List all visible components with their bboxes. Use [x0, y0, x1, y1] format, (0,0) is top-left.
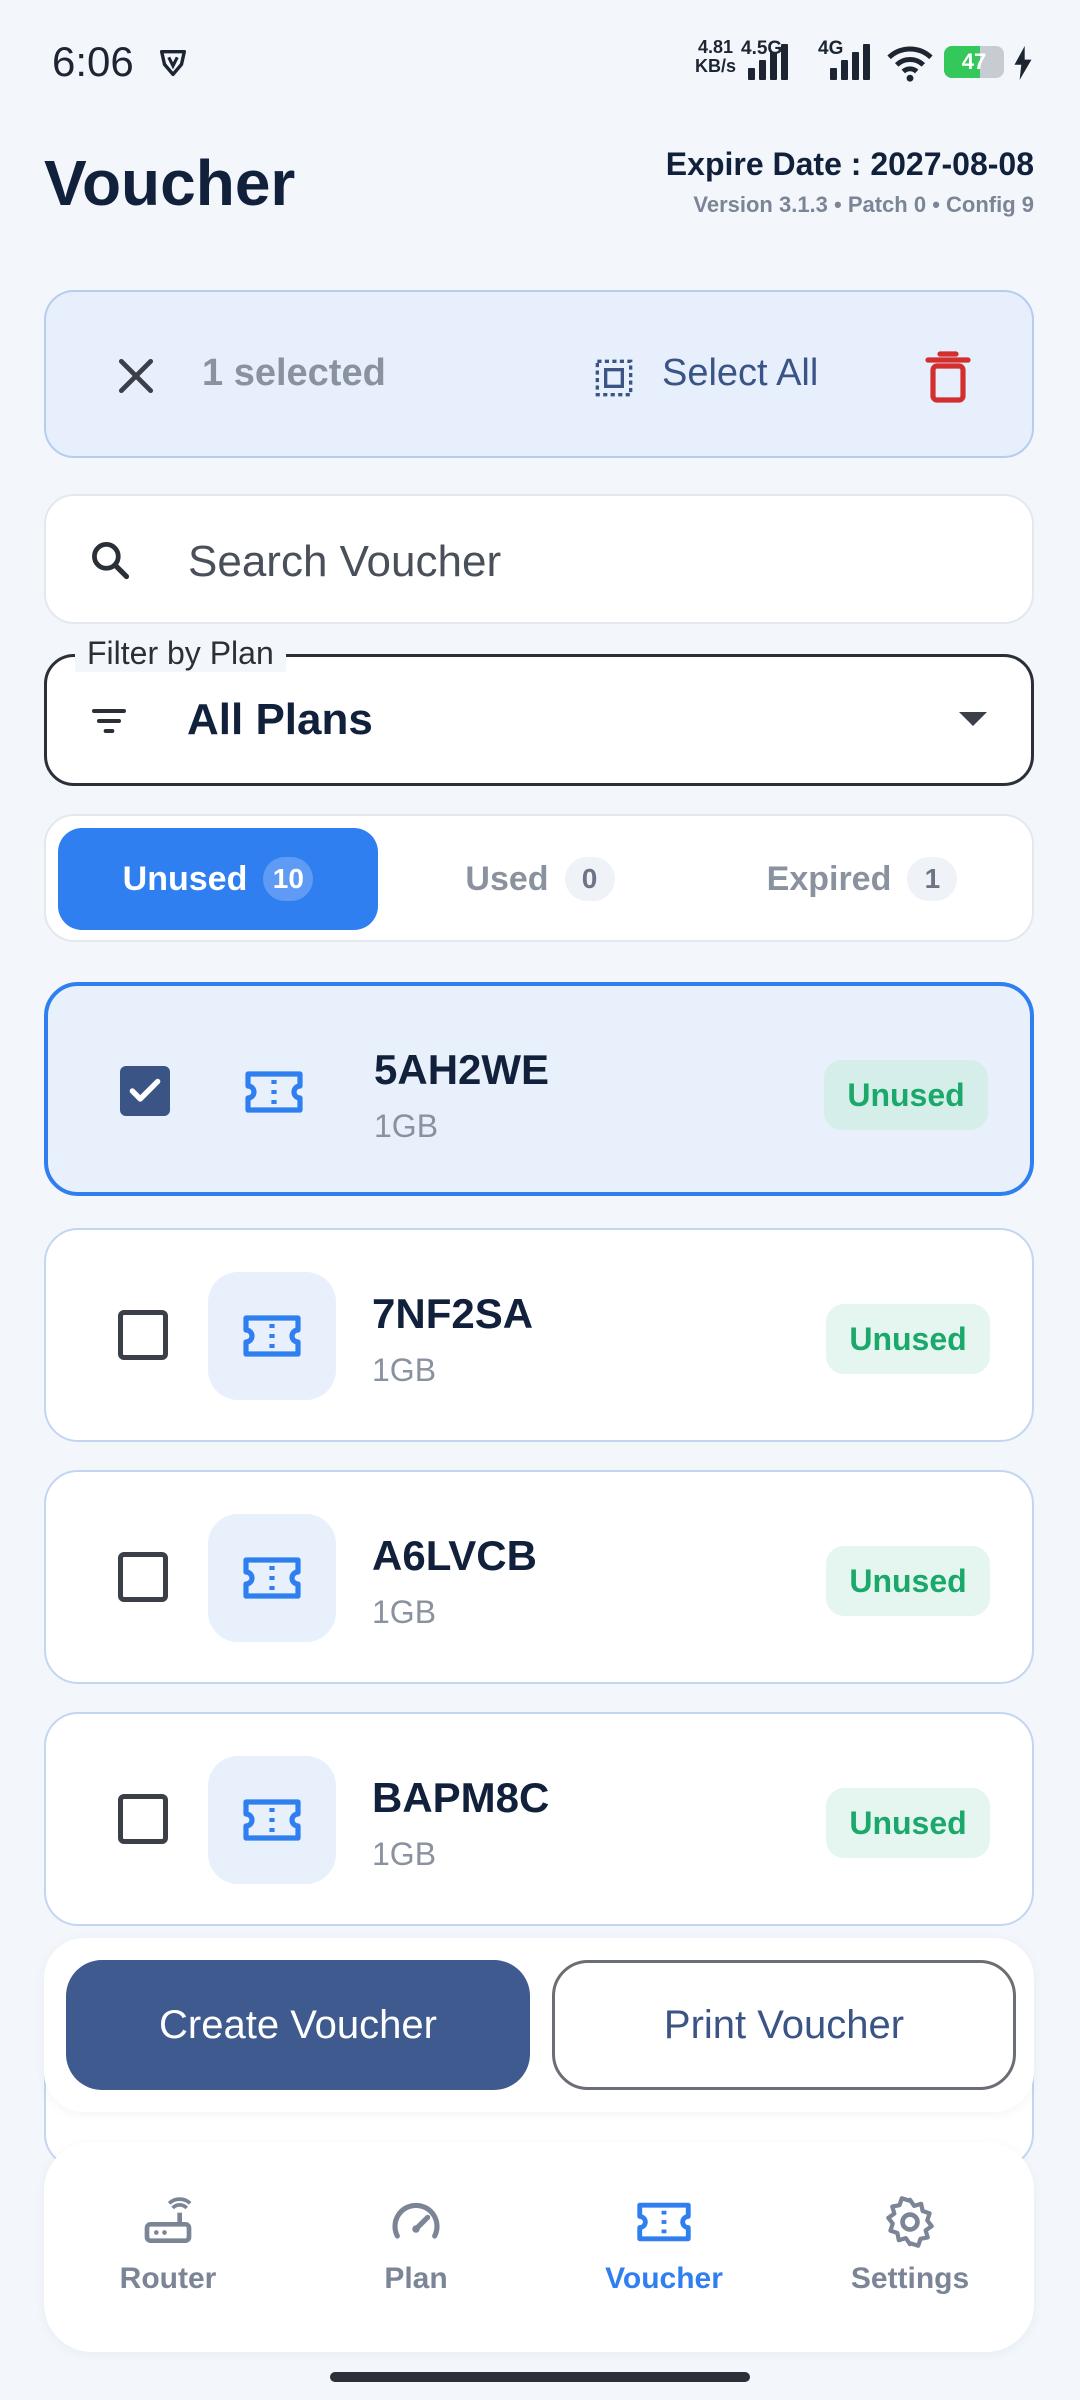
plan-filter-dropdown[interactable]: Filter by Plan All Plans — [44, 635, 1034, 786]
search-input[interactable] — [186, 526, 990, 598]
nav-item-voucher[interactable]: Voucher — [540, 2194, 788, 2296]
tab-count-badge: 1 — [907, 857, 958, 901]
tab-used[interactable]: Used 0 — [380, 828, 700, 930]
status-badge: Unused — [826, 1788, 990, 1858]
status-badge: Unused — [826, 1546, 990, 1616]
signal-icon — [748, 42, 794, 80]
filter-value: All Plans — [187, 695, 373, 744]
voucher-checkbox[interactable] — [118, 1794, 168, 1844]
gauge-icon — [392, 2202, 440, 2239]
tab-count-badge: 10 — [263, 857, 314, 901]
voucher-plan: 1GB — [374, 1108, 439, 1144]
voucher-checkbox[interactable] — [120, 1066, 170, 1116]
net-speed: 4.81 KB/s — [695, 37, 737, 76]
voucher-card[interactable]: A6LVCB 1GB Unused — [44, 1470, 1034, 1684]
voucher-icon-tile — [208, 1272, 336, 1400]
wifi-icon — [887, 46, 933, 82]
voucher-plan: 1GB — [372, 1836, 437, 1872]
tab-unused[interactable]: Unused 10 — [58, 828, 378, 930]
ticket-icon — [243, 1315, 301, 1357]
check-icon — [129, 1078, 161, 1102]
voucher-icon-tile — [210, 1028, 338, 1156]
bottom-nav: Router Plan Voucher Settings — [44, 2142, 1034, 2352]
nav-label: Plan — [384, 2262, 448, 2295]
charging-icon — [1014, 46, 1032, 80]
close-icon[interactable] — [114, 354, 158, 398]
nav-label: Router — [119, 2262, 217, 2295]
status-badge: Unused — [826, 1304, 990, 1374]
filter-icon — [92, 709, 126, 733]
signal-icon — [830, 42, 876, 80]
voucher-checkbox[interactable] — [118, 1552, 168, 1602]
expire-date: Expire Date : 2027-08-08 — [665, 146, 1034, 182]
status-bar: 6:06 4.81 KB/s 4.5G 4G 47 — [0, 0, 1080, 130]
voucher-plan: 1GB — [372, 1352, 437, 1388]
chevron-down-icon — [959, 712, 987, 726]
tab-expired[interactable]: Expired 1 — [702, 828, 1022, 930]
battery-icon: 47 — [944, 46, 1004, 78]
voucher-card[interactable]: BAPM8C 1GB Unused — [44, 1712, 1034, 1926]
nav-label: Settings — [850, 2262, 970, 2295]
voucher-icon-tile — [208, 1514, 336, 1642]
ticket-icon — [637, 2202, 691, 2242]
print-voucher-button[interactable]: Print Voucher — [552, 1960, 1016, 2090]
nav-label: Voucher — [605, 2262, 723, 2295]
voucher-code: A6LVCB — [372, 1532, 537, 1579]
nav-item-plan[interactable]: Plan — [292, 2194, 540, 2296]
status-tabs: Unused 10 Used 0 Expired 1 — [44, 814, 1034, 942]
voucher-code: BAPM8C — [372, 1774, 550, 1821]
status-time: 6:06 — [52, 38, 134, 85]
page-title: Voucher — [44, 147, 296, 219]
status-badge: Unused — [824, 1060, 988, 1130]
select-all-button[interactable]: Select All — [662, 352, 818, 395]
create-voucher-button[interactable]: Create Voucher — [66, 1960, 530, 2090]
delete-icon[interactable] — [924, 348, 972, 404]
ticket-icon — [243, 1799, 301, 1841]
router-icon — [144, 2197, 192, 2243]
nav-item-settings[interactable]: Settings — [786, 2194, 1034, 2296]
ticket-icon — [245, 1071, 303, 1113]
voucher-code: 5AH2WE — [374, 1046, 550, 1093]
voucher-icon-tile — [208, 1756, 336, 1884]
voucher-plan: 1GB — [372, 1594, 437, 1630]
home-indicator[interactable] — [330, 2372, 750, 2382]
gear-icon — [886, 2196, 934, 2248]
voucher-code: 7NF2SA — [372, 1290, 534, 1337]
selection-bar: 1 selected Select All — [44, 290, 1034, 458]
nav-item-router[interactable]: Router — [44, 2194, 292, 2296]
version-info: Version 3.1.3 • Patch 0 • Config 9 — [693, 192, 1034, 217]
filter-label: Filter by Plan — [75, 635, 286, 672]
selected-count: 1 selected — [202, 352, 386, 394]
select-all-icon[interactable] — [594, 358, 634, 398]
search-icon — [92, 542, 130, 580]
voucher-card[interactable]: 5AH2WE 1GB Unused — [44, 982, 1034, 1196]
ticket-icon — [243, 1557, 301, 1599]
search-bar — [44, 494, 1034, 624]
action-bar: Create Voucher Print Voucher — [44, 1938, 1034, 2112]
voucher-card[interactable]: 7NF2SA 1GB Unused — [44, 1228, 1034, 1442]
voucher-checkbox[interactable] — [118, 1310, 168, 1360]
vpn-icon — [159, 49, 187, 77]
tab-count-badge: 0 — [564, 857, 615, 901]
